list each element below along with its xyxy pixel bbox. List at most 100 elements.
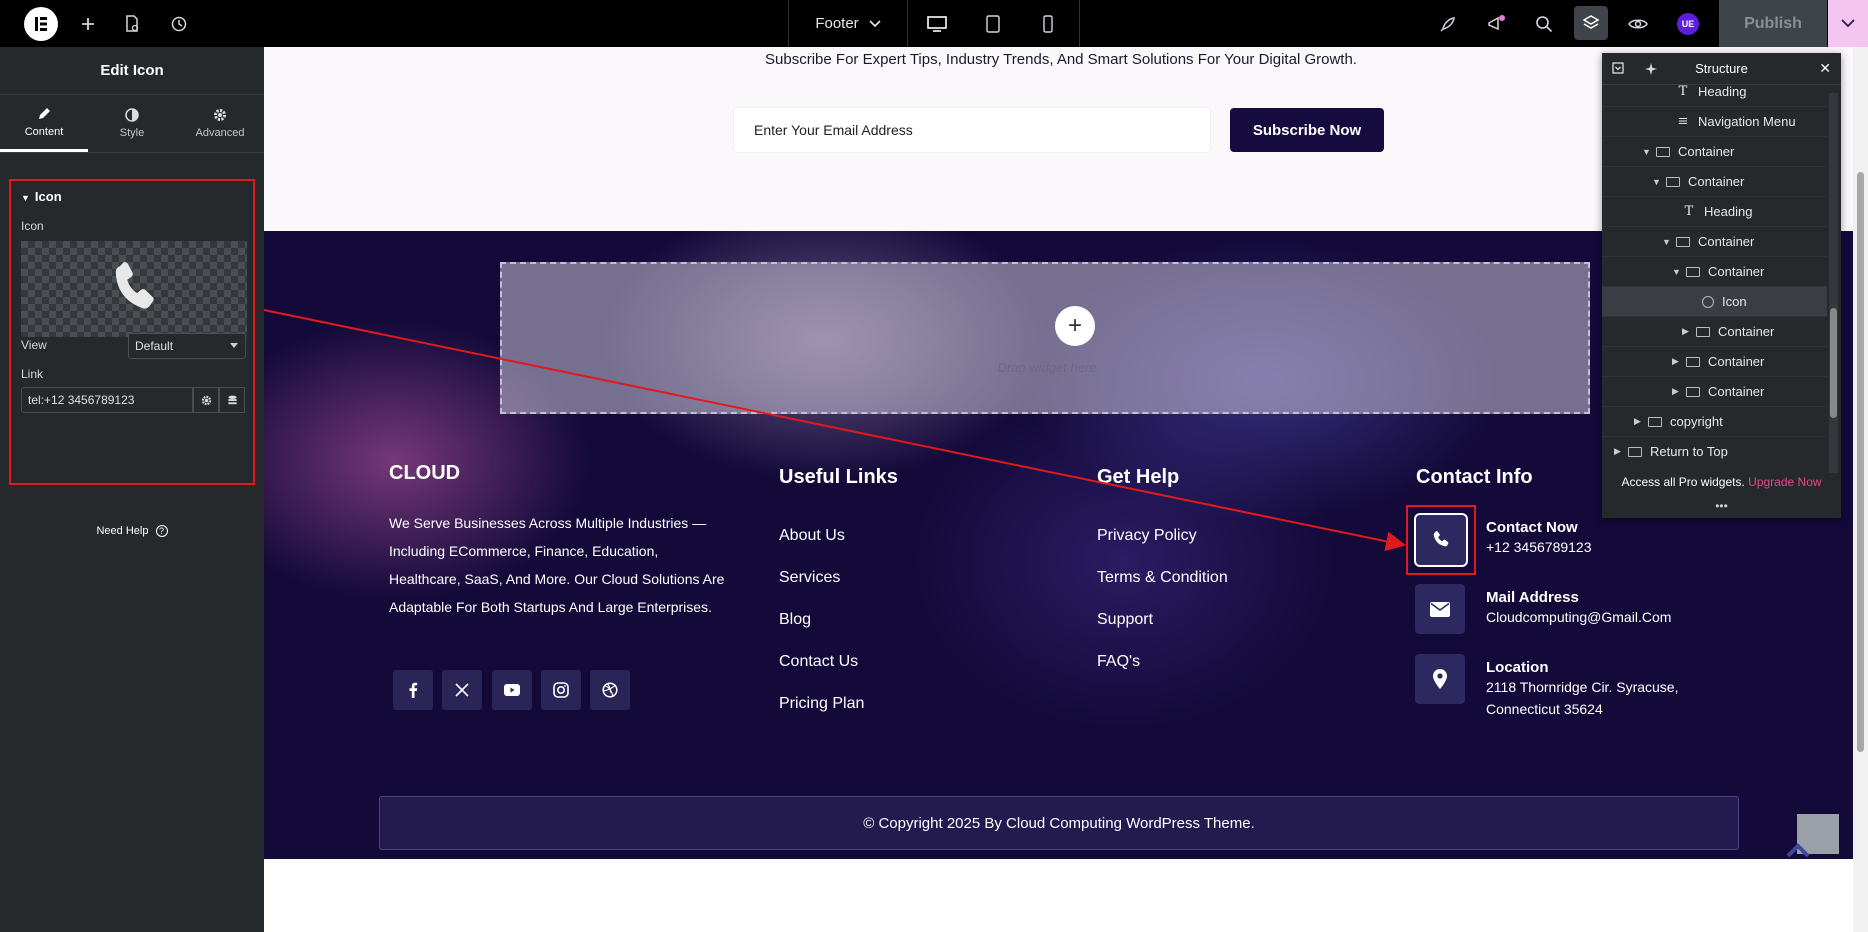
- user-avatar[interactable]: UE: [1677, 13, 1699, 35]
- caret-down-icon[interactable]: ▼: [1642, 147, 1652, 157]
- tab-style[interactable]: Style: [88, 95, 176, 152]
- email-input[interactable]: Enter Your Email Address: [734, 108, 1210, 152]
- location-title: Location: [1486, 659, 1549, 676]
- canvas-scrollbar[interactable]: [1853, 47, 1868, 932]
- tree-item-container[interactable]: ▼ Container: [1602, 167, 1827, 197]
- desktop-view-button[interactable]: [921, 8, 953, 40]
- icon-section-header[interactable]: ▼ Icon: [21, 189, 62, 204]
- contact-now-title: Contact Now: [1486, 519, 1578, 536]
- footer-link-pricing[interactable]: Pricing Plan: [779, 695, 864, 713]
- caret-down-icon[interactable]: ▼: [1662, 237, 1672, 247]
- tree-item-label: Container: [1698, 234, 1755, 249]
- tree-item-icon-selected[interactable]: Icon: [1602, 287, 1827, 317]
- ai-sparkle-icon[interactable]: [1644, 62, 1658, 76]
- footer-link-privacy[interactable]: Privacy Policy: [1097, 527, 1197, 545]
- plus-icon: [82, 18, 94, 30]
- footer-link-contact[interactable]: Contact Us: [779, 653, 858, 671]
- tree-item-heading[interactable]: T Heading: [1602, 197, 1827, 227]
- tablet-icon: [986, 15, 1000, 33]
- elementor-logo-button[interactable]: [24, 7, 58, 41]
- contact-now-value: +12 3456789123: [1486, 539, 1592, 555]
- gear-icon: [214, 109, 226, 121]
- container-icon: [1656, 146, 1670, 157]
- search-button[interactable]: [1528, 8, 1560, 40]
- footer-link-blog[interactable]: Blog: [779, 611, 811, 629]
- tab-advanced[interactable]: Advanced: [176, 95, 264, 152]
- chevron-down-icon: [230, 343, 238, 348]
- history-button[interactable]: [163, 8, 195, 40]
- dynamic-tags-button[interactable]: [219, 387, 245, 413]
- social-x[interactable]: [442, 670, 482, 710]
- caret-down-icon: ▼: [21, 193, 30, 203]
- tree-item-label: Icon: [1722, 294, 1747, 309]
- mobile-view-button[interactable]: [1032, 8, 1064, 40]
- view-select-value: Default: [135, 339, 174, 353]
- megaphone-icon: [1488, 15, 1505, 31]
- caret-right-icon[interactable]: ▶: [1682, 326, 1692, 337]
- tab-content[interactable]: Content: [0, 95, 88, 152]
- need-help-label: Need Help: [96, 525, 149, 537]
- tablet-view-button[interactable]: [977, 8, 1009, 40]
- caret-down-icon[interactable]: ▼: [1652, 177, 1662, 187]
- page-settings-button[interactable]: [116, 8, 148, 40]
- widget-drop-zone[interactable]: + Drag widget here: [500, 262, 1590, 414]
- tree-item-container[interactable]: ▶ Container: [1602, 377, 1827, 407]
- tree-item-return-to-top[interactable]: ▶ Return to Top: [1602, 437, 1827, 465]
- footer-link-faq[interactable]: FAQ's: [1097, 653, 1140, 671]
- caret-right-icon[interactable]: ▶: [1634, 416, 1644, 427]
- tab-content-label: Content: [24, 125, 64, 138]
- tree-item-container[interactable]: ▼ Container: [1602, 227, 1827, 257]
- icon-picker-preview[interactable]: [21, 241, 247, 337]
- upgrade-now-link[interactable]: Upgrade Now: [1748, 475, 1821, 489]
- footer-link-terms[interactable]: Terms & Condition: [1097, 569, 1228, 587]
- caret-right-icon[interactable]: ▶: [1672, 356, 1682, 367]
- heading-icon: T: [1684, 204, 1694, 219]
- structure-scrollbar[interactable]: [1829, 93, 1838, 473]
- social-facebook[interactable]: [393, 670, 433, 710]
- tree-item-container[interactable]: ▼ Container: [1602, 257, 1827, 287]
- tree-item-container[interactable]: ▶ Container: [1602, 317, 1827, 347]
- add-element-button[interactable]: [72, 8, 104, 40]
- subscribe-button[interactable]: Subscribe Now: [1230, 108, 1384, 152]
- document-selector[interactable]: Footer: [788, 0, 908, 47]
- footer-link-support[interactable]: Support: [1097, 611, 1153, 629]
- caret-right-icon[interactable]: ▶: [1614, 446, 1624, 457]
- resize-handle[interactable]: •••: [1602, 499, 1841, 513]
- view-select[interactable]: Default: [128, 333, 246, 359]
- scrollbar-thumb[interactable]: [1857, 172, 1864, 752]
- launchpad-button[interactable]: [1432, 8, 1464, 40]
- footer-link-about[interactable]: About Us: [779, 527, 845, 545]
- footer-link-services[interactable]: Services: [779, 569, 840, 587]
- location-value-line2: Connecticut 35624: [1486, 701, 1603, 717]
- social-dribbble[interactable]: [590, 670, 630, 710]
- container-icon: [1696, 326, 1710, 337]
- caret-down-icon[interactable]: ▼: [1672, 267, 1682, 277]
- close-icon[interactable]: ✕: [1819, 60, 1831, 77]
- structure-button[interactable]: [1574, 6, 1608, 40]
- link-input[interactable]: tel:+12 3456789123: [21, 387, 193, 413]
- tree-item-container[interactable]: ▶ Container: [1602, 347, 1827, 377]
- publish-button[interactable]: Publish: [1719, 0, 1827, 47]
- tree-item-container[interactable]: ▼ Container: [1602, 137, 1827, 167]
- preview-button[interactable]: [1622, 8, 1654, 40]
- tree-item-copyright[interactable]: ▶ copyright: [1602, 407, 1827, 437]
- whats-new-button[interactable]: [1480, 8, 1512, 40]
- add-widget-button[interactable]: +: [1055, 306, 1095, 346]
- copyright-text: © Copyright 2025 By Cloud Computing Word…: [863, 814, 1255, 832]
- container-icon: [1686, 266, 1700, 277]
- contact-phone-icon-box[interactable]: [1414, 513, 1468, 567]
- link-control-label: Link: [21, 367, 44, 381]
- tree-item-label: Heading: [1698, 85, 1747, 99]
- tree-item-navigation-menu[interactable]: ≡ Navigation Menu: [1602, 107, 1827, 137]
- need-help-link[interactable]: Need Help ?: [0, 525, 264, 538]
- social-instagram[interactable]: [541, 670, 581, 710]
- caret-right-icon[interactable]: ▶: [1672, 386, 1682, 397]
- dribbble-icon: [602, 682, 618, 698]
- link-options-button[interactable]: [193, 387, 219, 413]
- social-youtube[interactable]: [492, 670, 532, 710]
- structure-scrollbar-thumb[interactable]: [1830, 308, 1837, 418]
- tree-item-heading[interactable]: T Heading: [1602, 85, 1827, 107]
- expand-all-icon[interactable]: [1612, 62, 1624, 74]
- container-icon: [1648, 416, 1662, 427]
- publish-options-button[interactable]: [1828, 0, 1868, 47]
